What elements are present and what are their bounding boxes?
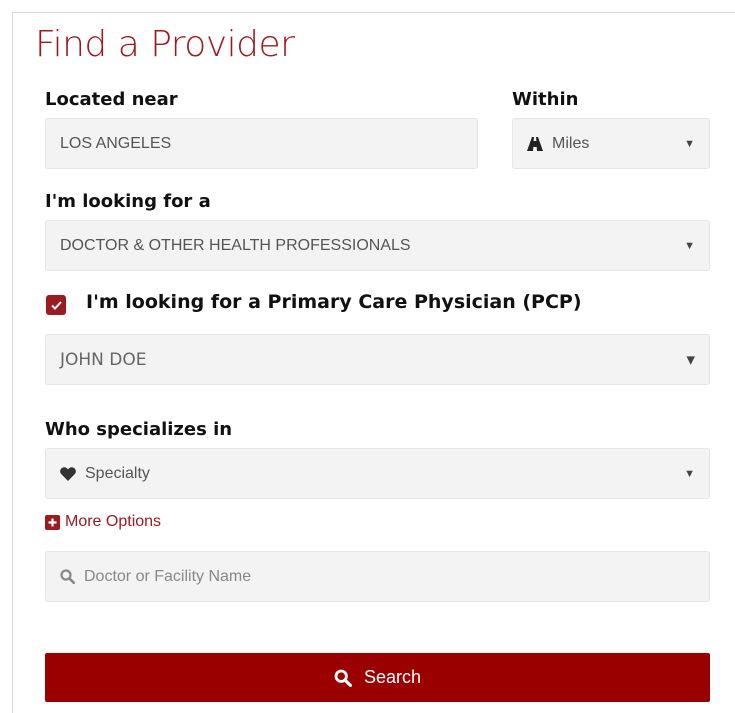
specialty-value: Specialty — [85, 464, 150, 482]
location-value: LOS ANGELES — [60, 134, 172, 152]
heart-icon — [60, 466, 76, 481]
pcp-member-value: JOHN DOE — [60, 349, 147, 370]
within-label: Within — [512, 89, 579, 110]
chevron-down-icon: ▼ — [684, 467, 695, 480]
road-icon — [527, 136, 543, 151]
more-options-label: More Options — [65, 513, 162, 530]
search-icon — [60, 569, 75, 584]
chevron-down-icon: ▼ — [684, 239, 695, 252]
search-button-label: Search — [363, 667, 422, 687]
specialty-label: Who specializes in — [45, 419, 233, 440]
chevron-down-icon: ▼ — [686, 353, 695, 366]
page-title: Find a Provider — [35, 24, 295, 65]
located-near-label: Located near — [45, 89, 178, 110]
chevron-down-icon: ▼ — [684, 137, 695, 150]
pcp-checkbox[interactable] — [46, 295, 66, 315]
provider-type-label: I'm looking for a — [45, 191, 211, 212]
search-button[interactable]: Search — [45, 653, 710, 702]
distance-select[interactable]: Miles ▼ — [512, 118, 710, 169]
provider-type-select[interactable]: DOCTOR & OTHER HEALTH PROFESSIONALS ▼ — [45, 220, 710, 271]
specialty-select[interactable]: Specialty ▼ — [45, 448, 710, 499]
doctor-facility-name-input[interactable]: Doctor or Facility Name — [45, 551, 710, 602]
pcp-member-select[interactable]: JOHN DOE ▼ — [45, 334, 710, 385]
search-icon — [334, 669, 352, 687]
pcp-label[interactable]: I'm looking for a Primary Care Physician… — [86, 291, 582, 313]
doctor-facility-name-placeholder: Doctor or Facility Name — [84, 567, 252, 585]
location-input[interactable]: LOS ANGELES — [45, 118, 478, 169]
distance-value: Miles — [552, 134, 590, 152]
check-icon — [50, 300, 62, 310]
more-options-link[interactable]: More Options — [45, 513, 161, 531]
plus-square-icon — [45, 514, 60, 530]
provider-type-value: DOCTOR & OTHER HEALTH PROFESSIONALS — [60, 236, 411, 254]
